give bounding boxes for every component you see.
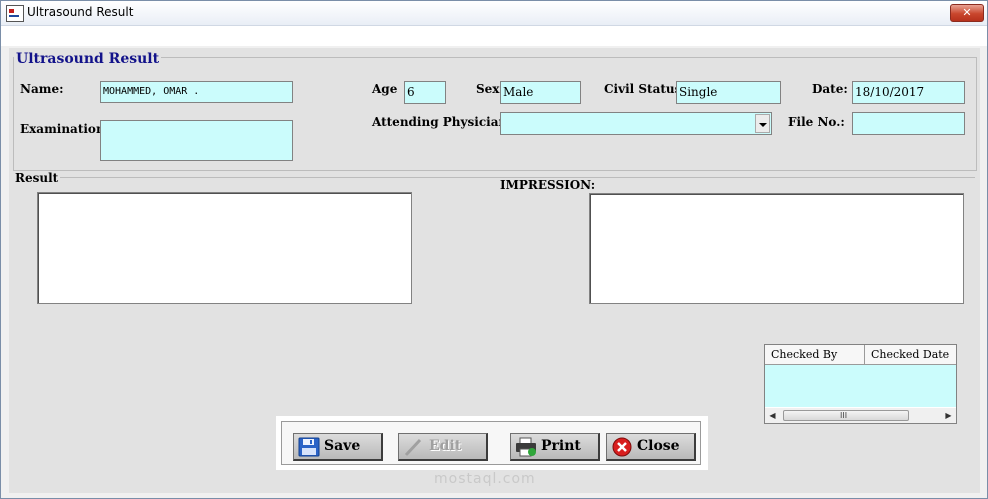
file-no-field[interactable]	[852, 112, 965, 135]
toolbar-strip	[1, 26, 987, 46]
attending-physician-label: Attending Physician:	[372, 115, 512, 129]
scroll-left-icon[interactable]: ◀	[765, 408, 780, 423]
title-bar[interactable]: Ultrasound Result ✕	[1, 1, 987, 26]
impression-label: IMPRESSION:	[500, 178, 596, 192]
civil-status-field[interactable]: Single	[676, 81, 781, 104]
close-button[interactable]: Close	[606, 433, 696, 461]
action-bar: Save Edit Print Close	[276, 416, 708, 470]
edit-button[interactable]: Edit	[398, 433, 488, 461]
ultrasound-result-window: Ultrasound Result ✕ Ultrasound Result Na…	[0, 0, 988, 499]
date-field[interactable]: 18/10/2017	[852, 81, 965, 104]
printer-icon	[516, 437, 536, 457]
form-panel: Ultrasound Result Name: MOHAMMED, OMAR .…	[9, 48, 980, 493]
chevron-down-icon[interactable]	[755, 114, 770, 133]
horizontal-scrollbar[interactable]: ◀ III ▶	[765, 408, 956, 423]
app-form-icon	[6, 5, 24, 22]
floppy-disk-icon	[298, 437, 320, 457]
grid-body[interactable]	[765, 365, 956, 407]
name-field[interactable]: MOHAMMED, OMAR .	[100, 81, 293, 103]
scroll-right-icon[interactable]: ▶	[941, 408, 956, 423]
age-field[interactable]: 6	[404, 81, 446, 104]
civil-status-label: Civil Status	[604, 82, 682, 96]
pencil-icon	[404, 438, 423, 457]
window-close-button[interactable]: ✕	[950, 4, 984, 22]
save-button[interactable]: Save	[293, 433, 383, 461]
column-checked-date[interactable]: Checked Date	[865, 345, 956, 364]
save-label: Save	[324, 438, 361, 454]
group-title: Ultrasound Result	[14, 51, 162, 67]
grid-header: Checked By Checked Date	[765, 345, 956, 365]
date-label: Date:	[812, 82, 848, 96]
result-textarea[interactable]	[37, 192, 412, 304]
file-no-label: File No.:	[788, 115, 845, 129]
scroll-grip: III	[840, 411, 848, 420]
column-checked-by[interactable]: Checked By	[765, 345, 865, 364]
examination-field[interactable]	[100, 120, 293, 161]
examination-label: Examination:	[20, 122, 110, 136]
name-label: Name:	[20, 82, 64, 96]
window-title: Ultrasound Result	[27, 5, 134, 19]
attending-physician-dropdown[interactable]	[500, 112, 772, 135]
sex-field[interactable]: Male	[500, 81, 581, 104]
sex-label: Sex	[476, 82, 500, 96]
age-label: Age	[372, 82, 398, 96]
scroll-thumb[interactable]: III	[783, 410, 909, 421]
print-button[interactable]: Print	[510, 433, 600, 461]
checked-by-grid[interactable]: Checked By Checked Date ◀ III ▶	[764, 344, 957, 424]
result-label: Result	[13, 171, 61, 185]
close-label: Close	[637, 438, 680, 454]
action-bar-frame: Save Edit Print Close	[281, 421, 701, 465]
watermark: mostaql.com	[434, 471, 536, 487]
edit-label: Edit	[429, 438, 462, 454]
print-label: Print	[541, 438, 581, 454]
close-icon	[612, 437, 632, 457]
impression-textarea[interactable]	[589, 193, 964, 304]
